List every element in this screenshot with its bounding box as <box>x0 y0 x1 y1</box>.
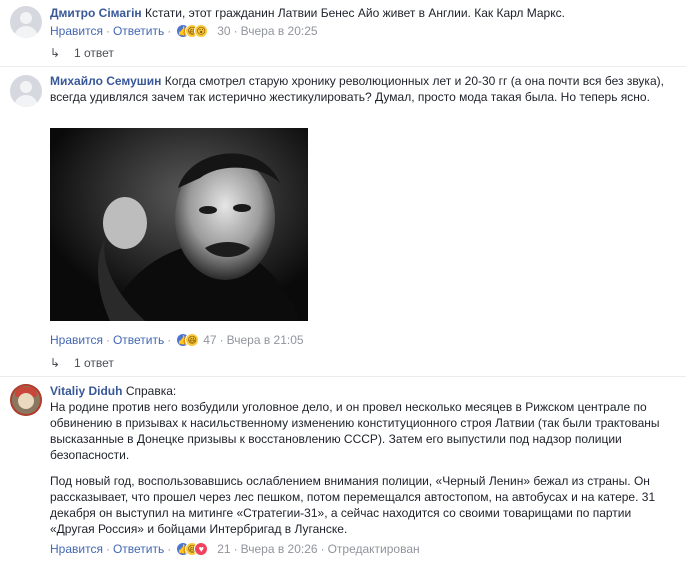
like-button[interactable]: Нравится <box>50 24 103 38</box>
reaction-count[interactable]: 30 <box>217 24 230 38</box>
attached-photo[interactable] <box>50 128 308 321</box>
haha-icon: 😆 <box>185 333 200 347</box>
wow-icon: 😮 <box>194 24 209 38</box>
reply-arrow-icon: ↳ <box>50 46 61 60</box>
comment-actions: Нравится · Ответить · 👍 😆 47 · Вчера в 21:05 <box>50 333 304 347</box>
reactions[interactable]: 👍 😆 <box>176 333 202 347</box>
comment-text: Справка: <box>125 384 177 398</box>
heart-icon: ♥ <box>194 542 209 556</box>
reactions[interactable]: 👍 😆 😮 <box>176 24 216 38</box>
reply-button[interactable]: Ответить <box>113 333 164 347</box>
reply-button[interactable]: Ответить <box>113 542 164 556</box>
comment-actions: Нравится · Ответить · 👍 😆 😮 30 · Вчера в 20:25 <box>50 24 318 38</box>
reply-button[interactable]: Ответить <box>113 24 164 38</box>
comment-author[interactable]: Дмитро Сімагін <box>50 6 142 20</box>
comment-time[interactable]: Вчера в 20:26 <box>241 542 318 556</box>
divider <box>0 66 686 67</box>
reaction-count[interactable]: 21 <box>217 542 230 556</box>
reaction-count[interactable]: 47 <box>203 333 216 347</box>
avatar[interactable] <box>10 75 42 107</box>
reply-arrow-icon: ↳ <box>50 356 61 370</box>
comment-body: Vitaliy Diduh Справка: На родине против … <box>50 383 670 547</box>
film-still-image <box>50 128 308 321</box>
view-replies-link[interactable]: ↳ 1 ответ <box>50 355 114 371</box>
comment-author[interactable]: Михайло Семушин <box>50 74 161 88</box>
divider <box>0 376 686 377</box>
like-button[interactable]: Нравится <box>50 333 103 347</box>
edited-label[interactable]: Отредактирован <box>328 542 420 556</box>
view-replies-link[interactable]: ↳ 1 ответ <box>50 45 114 61</box>
comment-paragraph: Под новый год, воспользовавшись ослаблен… <box>50 474 656 536</box>
comment-time[interactable]: Вчера в 21:05 <box>227 333 304 347</box>
comment-paragraph: На родине против него возбудили уголовно… <box>50 400 660 462</box>
avatar[interactable] <box>10 6 42 38</box>
comment-author[interactable]: Vitaliy Diduh <box>50 384 122 398</box>
comment-actions: Нравится · Ответить · 👍 😆 ♥ 21 · Вчера в 20:26 · От… <box>50 542 420 556</box>
reactions[interactable]: 👍 😆 ♥ <box>176 542 216 556</box>
like-button[interactable]: Нравится <box>50 542 103 556</box>
avatar[interactable] <box>10 384 42 416</box>
comment-body: Дмитро Сімагін Кстати, этот гражданин Ла… <box>50 5 670 21</box>
comment-time[interactable]: Вчера в 20:25 <box>241 24 318 38</box>
comment-text: Кстати, этот гражданин Латвии Бенес Айо … <box>145 6 565 20</box>
comment-body: Михайло Семушин Когда смотрел старую хро… <box>50 73 670 105</box>
